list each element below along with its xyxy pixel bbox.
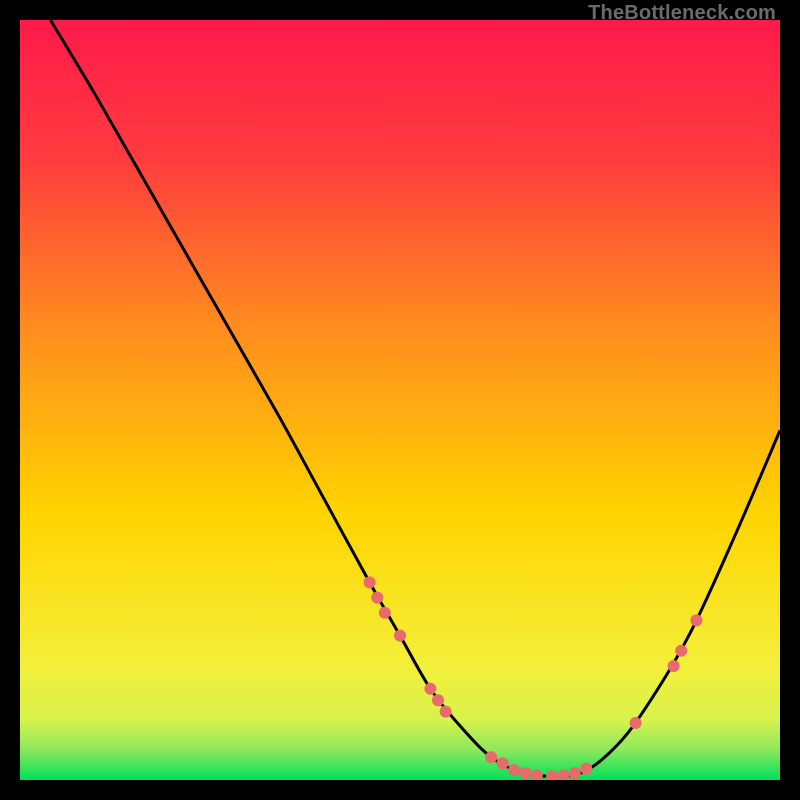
scatter-point bbox=[424, 683, 436, 695]
scatter-point bbox=[497, 757, 509, 769]
scatter-point bbox=[371, 592, 383, 604]
scatter-point bbox=[440, 706, 452, 718]
scatter-point bbox=[569, 767, 581, 779]
scatter-point bbox=[364, 576, 376, 588]
bottleneck-chart bbox=[20, 20, 780, 780]
scatter-point bbox=[508, 764, 520, 776]
scatter-point bbox=[630, 717, 642, 729]
scatter-point bbox=[485, 751, 497, 763]
scatter-point bbox=[580, 763, 592, 775]
scatter-point bbox=[394, 630, 406, 642]
scatter-point bbox=[519, 767, 531, 779]
scatter-point bbox=[675, 645, 687, 657]
scatter-point bbox=[690, 614, 702, 626]
gradient-background bbox=[20, 20, 780, 780]
scatter-point bbox=[379, 607, 391, 619]
scatter-point bbox=[668, 660, 680, 672]
chart-frame bbox=[20, 20, 780, 780]
scatter-point bbox=[432, 694, 444, 706]
